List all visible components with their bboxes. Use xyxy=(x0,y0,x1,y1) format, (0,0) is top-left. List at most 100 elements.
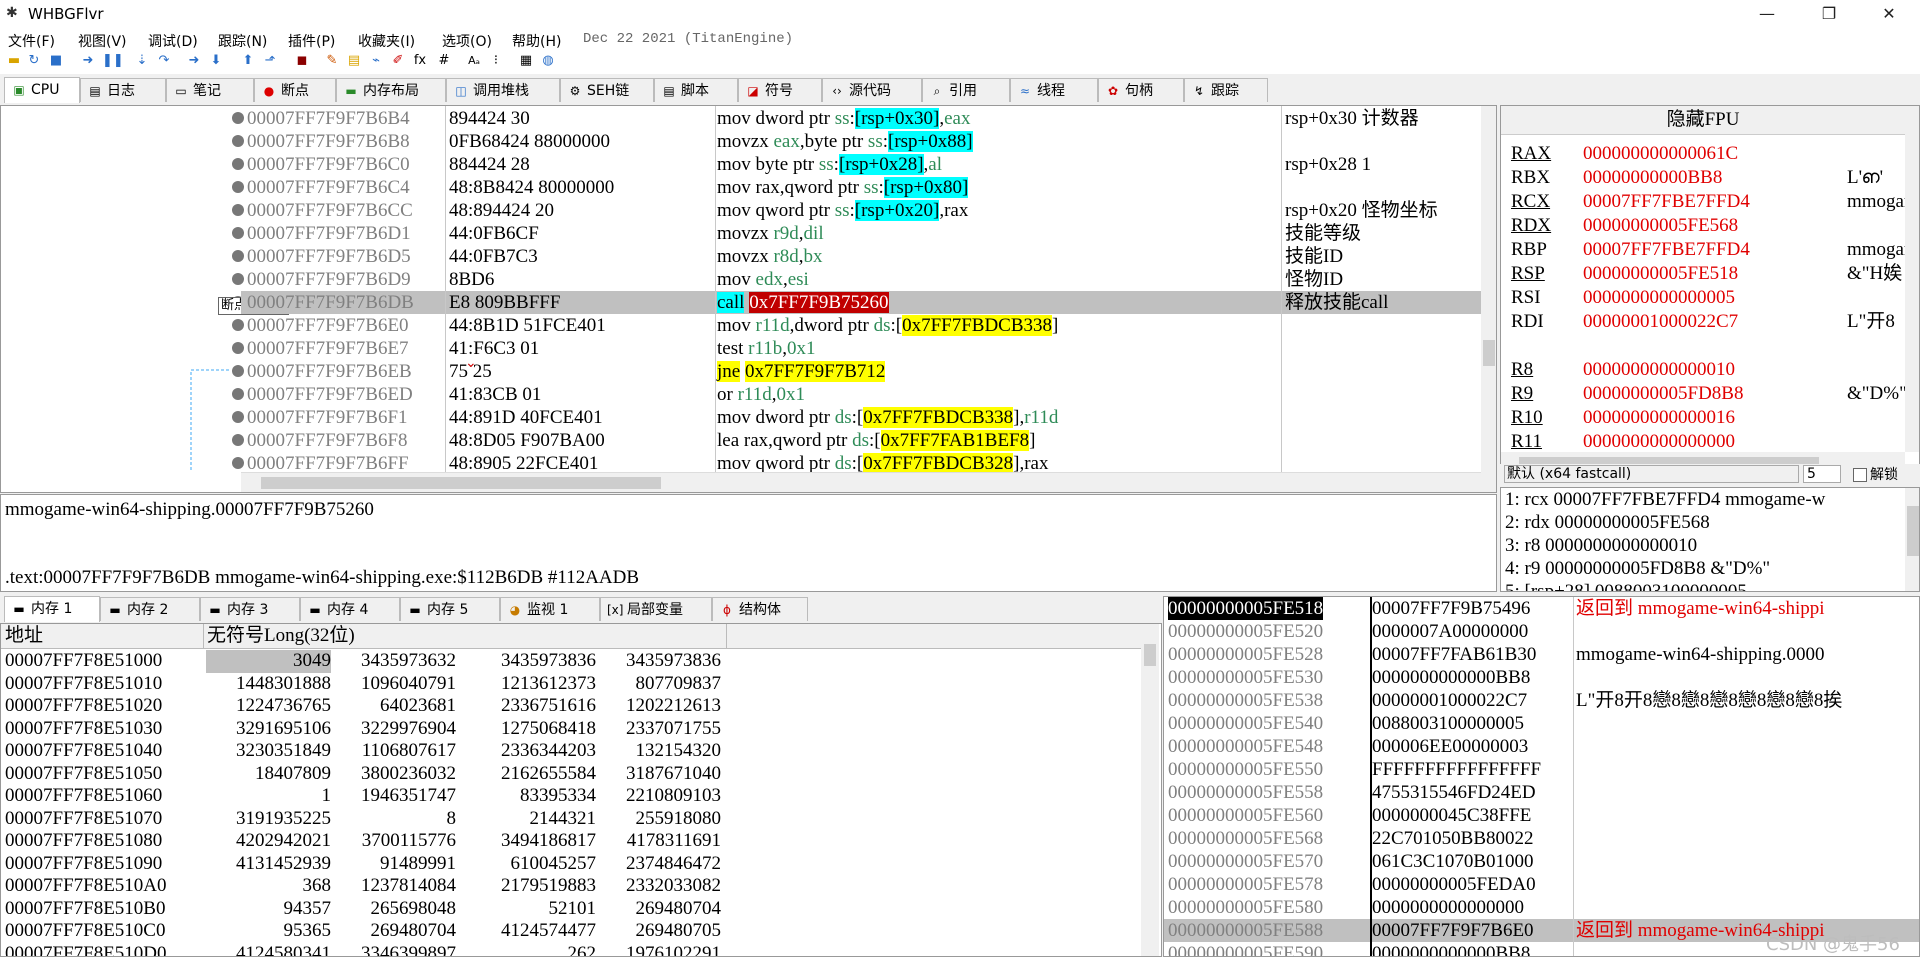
register-value[interactable]: 0000000000000016 xyxy=(1583,406,1735,430)
pause-icon[interactable]: ❚❚ xyxy=(102,53,124,69)
tab-dump-1[interactable]: ▬ 内存 1 xyxy=(4,596,100,622)
tab-seh[interactable]: ⚙ SEH链 xyxy=(560,78,654,102)
dump-value[interactable]: 52101 xyxy=(471,898,597,921)
dump-value[interactable]: 83395334 xyxy=(471,785,596,808)
font-icon[interactable]: Aₐ xyxy=(466,53,482,69)
dump-col-address[interactable]: 地址 xyxy=(5,624,43,648)
dump-value[interactable]: 269480704 xyxy=(596,898,722,921)
dump-value[interactable]: 2336751616 xyxy=(471,695,596,718)
stack-row[interactable]: 00000000005FE558 4755315546FD24ED xyxy=(1164,781,1919,804)
stack-row[interactable]: 00000000005FE570 061C3C1070B01000 xyxy=(1164,850,1919,873)
dump-vscrollbar[interactable] xyxy=(1141,624,1159,956)
disasm-row[interactable]: 00007FF7F9F7B6E0 44:8B1D 51FCE401 mov r11d… xyxy=(241,314,1481,337)
arg-row[interactable]: 5: [rsp+28] 0088003100000005 xyxy=(1505,580,1747,591)
stack-row[interactable]: 00000000005FE518 00007FF7F9B75496 返回到 mmog… xyxy=(1164,597,1919,620)
tab-struct[interactable]: ɸ 结构体 xyxy=(712,597,808,621)
unlock-checkbox[interactable] xyxy=(1853,468,1867,482)
disasm-row[interactable]: 00007FF7F9F7B6F8 48:8D05 F907BA00 lea rax,… xyxy=(241,429,1481,452)
stack-row[interactable]: 00000000005FE530 0000000000000BB8 xyxy=(1164,666,1919,689)
dump-vscroll-thumb[interactable] xyxy=(1144,644,1156,666)
dump-value[interactable]: 64023681 xyxy=(331,695,456,718)
dump-value[interactable]: 3229976904 xyxy=(331,718,456,741)
comment-icon[interactable]: ▤ xyxy=(346,53,362,69)
dump-value[interactable]: 1213612373 xyxy=(471,673,596,696)
dump-value[interactable]: 3435973836 xyxy=(471,650,596,673)
register-value[interactable]: 00007FF7FBE7FFD4 xyxy=(1583,238,1750,262)
dump-value[interactable]: 94357 xyxy=(206,898,332,921)
stack-row[interactable]: 00000000005FE568 22C701050BB80022 xyxy=(1164,827,1919,850)
dump-value[interactable]: 1275068418 xyxy=(471,718,596,741)
menu-file[interactable]: 文件(F) xyxy=(8,31,55,51)
register-value[interactable]: 00000000005FD8B8 xyxy=(1583,382,1743,406)
bookmark-icon[interactable]: ✐ xyxy=(390,53,406,69)
args-vscroll-thumb[interactable] xyxy=(1907,506,1919,556)
tab-threads[interactable]: ≈ 线程 xyxy=(1010,78,1098,102)
dump-value[interactable]: 610045257 xyxy=(471,853,597,876)
disasm-row[interactable]: 00007FF7F9F7B6C4 48:8B8424 80000000 mov ra… xyxy=(241,176,1481,199)
menu-favourites[interactable]: 收藏夹(I) xyxy=(358,31,415,51)
tab-log[interactable]: ▤ 日志 xyxy=(80,78,166,102)
arg-row[interactable]: 3: r8 0000000000000010 xyxy=(1505,534,1697,557)
scylla-icon[interactable]: ◼ xyxy=(294,53,310,69)
arg-row[interactable]: 2: rdx 00000000005FE568 xyxy=(1505,511,1710,534)
disasm-row[interactable]: 00007FF7F9F7B6DB E8 809BBFFF call 0x7FF7F9… xyxy=(241,291,1481,314)
dump-value[interactable]: 1096040791 xyxy=(331,673,456,696)
disassembly-vscrollbar[interactable] xyxy=(1481,106,1496,492)
dump-value[interactable]: 4124580341 xyxy=(206,943,331,957)
dump-value[interactable]: 269480704 xyxy=(331,920,457,943)
close-button[interactable]: ✕ xyxy=(1860,0,1918,28)
dump-value[interactable]: 3230351849 xyxy=(206,740,331,763)
dump-value[interactable]: 1237814084 xyxy=(331,875,456,898)
label-icon[interactable]: ⌁ xyxy=(368,53,384,69)
menu-view[interactable]: 视图(V) xyxy=(78,31,127,51)
dump-value[interactable]: 4124574477 xyxy=(471,920,596,943)
dump-value[interactable]: 3291695106 xyxy=(206,718,331,741)
hash-icon[interactable]: # xyxy=(436,53,452,69)
dump-value[interactable]: 2336344203 xyxy=(471,740,596,763)
register-value[interactable]: 00007FF7FBE7FFD4 xyxy=(1583,190,1750,214)
calling-convention-select[interactable]: 默认 (x64 fastcall) xyxy=(1504,465,1799,483)
tab-memory-map[interactable]: ▬ 内存布局 xyxy=(336,78,446,102)
dump-value[interactable]: 3800236032 xyxy=(331,763,456,786)
dump-value[interactable]: 269480705 xyxy=(596,920,722,943)
dump-value[interactable]: 4178311691 xyxy=(596,830,721,853)
disasm-row[interactable]: 00007FF7F9F7B6ED 41:83CB 01 or r11d,0x1 xyxy=(241,383,1481,406)
arg-row[interactable]: 1: rcx 00007FF7FBE7FFD4 mmogame-w xyxy=(1505,488,1825,511)
trace-into-icon[interactable]: ⬆ xyxy=(240,53,256,69)
disasm-row[interactable]: 00007FF7F9F7B6D1 44:0FB6CF movzx r9d,dil 技能… xyxy=(241,222,1481,245)
step-over-icon[interactable]: ↷ xyxy=(156,53,172,69)
dump-value[interactable]: 3435973632 xyxy=(331,650,456,673)
register-value[interactable]: 00000000000BB8 xyxy=(1583,166,1722,190)
register-value[interactable]: 00000000005FE568 xyxy=(1583,214,1738,238)
memory-dump-view[interactable]: 地址 无符号Long(32位) 00007FF7F8E51000 3049 3435… xyxy=(0,623,1162,957)
dump-value[interactable]: 1202212613 xyxy=(596,695,721,718)
vscroll-thumb[interactable] xyxy=(1483,340,1495,366)
dump-value[interactable]: 3700115776 xyxy=(331,830,456,853)
disassembly-gutter[interactable] xyxy=(1,106,244,472)
tab-dump-4[interactable]: ▬ 内存 4 xyxy=(300,597,400,621)
disasm-row[interactable]: 00007FF7F9F7B6B8 0FB68424 88000000 movzx e… xyxy=(241,130,1481,153)
disassembly-view[interactable]: 断点未设置 00007FF7F9F7B6B4894424 30mov dword… xyxy=(0,105,1497,493)
stack-row[interactable]: 00000000005FE560 0000000045C38FFE xyxy=(1164,804,1919,827)
dump-value[interactable]: 1976102291 xyxy=(596,943,721,957)
dump-value[interactable]: 4131452939 xyxy=(206,853,331,876)
register-value[interactable]: 00000001000022C7 xyxy=(1583,310,1738,334)
run-to-return-icon[interactable]: ⬇ xyxy=(208,53,224,69)
register-value[interactable]: 0000000000000000 xyxy=(1583,430,1735,454)
dump-value[interactable]: 3494186817 xyxy=(471,830,596,853)
register-value[interactable]: 000000000000061C xyxy=(1583,142,1738,166)
dump-value[interactable]: 95365 xyxy=(206,920,332,943)
dump-value[interactable]: 262 xyxy=(471,943,597,957)
stack-row[interactable]: 00000000005FE528 00007FF7FAB61B30 mmogame-… xyxy=(1164,643,1919,666)
dump-value[interactable]: 8 xyxy=(331,808,457,831)
disasm-row[interactable]: 00007FF7F9F7B6D9 8BD6 mov edx,esi 怪物ID xyxy=(241,268,1481,291)
tab-source[interactable]: ‹› 源代码 xyxy=(822,78,922,102)
register-value[interactable]: 0000000000000005 xyxy=(1583,286,1735,310)
dump-value[interactable]: 2162655584 xyxy=(471,763,596,786)
stack-row[interactable]: 00000000005FE548 000006EE00000003 xyxy=(1164,735,1919,758)
minimize-button[interactable]: — xyxy=(1738,0,1796,28)
info-pane[interactable]: mmogame-win64-shipping.00007FF7F9B75260 … xyxy=(0,494,1497,592)
disasm-row[interactable]: 00007FF7F9F7B6CC 48:894424 20 mov qword pt… xyxy=(241,199,1481,222)
globe-icon[interactable]: ◍ xyxy=(540,53,556,69)
tab-handles[interactable]: ✿ 句柄 xyxy=(1098,78,1184,102)
